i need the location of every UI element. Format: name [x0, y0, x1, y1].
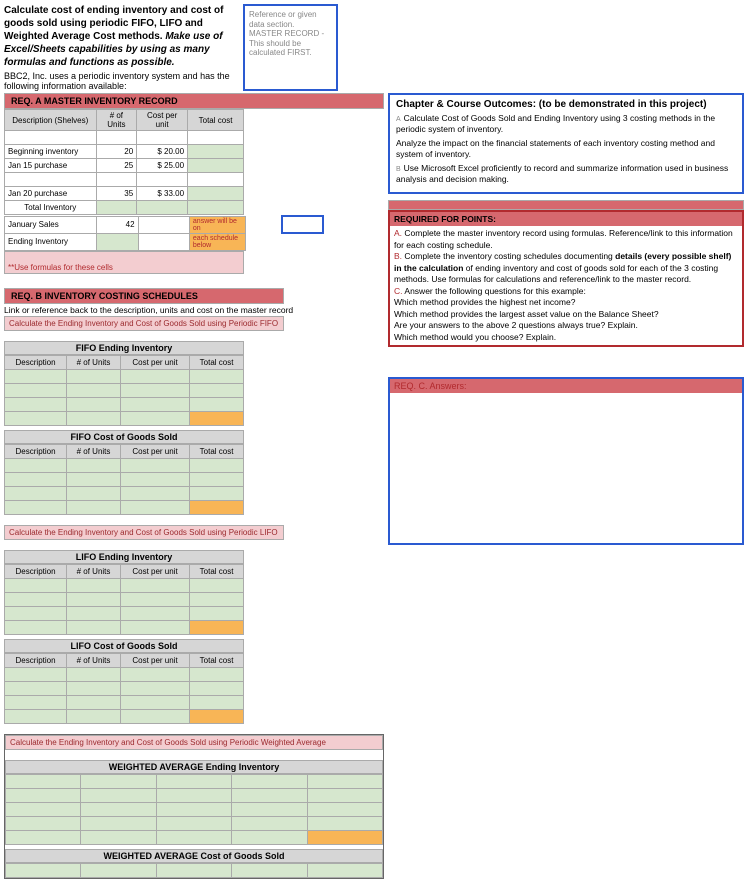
fifo-end-table: Description# of UnitsCost per unitTotal …: [4, 355, 244, 426]
wavg-cogs-table: [5, 863, 383, 878]
row-begin-total[interactable]: [188, 145, 244, 159]
red-divider: [388, 200, 744, 210]
col-desc: Description (Shelves): [5, 110, 97, 131]
outcomes-heading: Chapter & Course Outcomes: (to be demons…: [396, 99, 736, 110]
row-jan20-desc: Jan 20 purchase: [5, 187, 97, 201]
instructions-sub: BBC2, Inc. uses a periodic inventory sys…: [4, 71, 239, 91]
reqpoints-a: Complete the master inventory record usi…: [394, 228, 733, 249]
req-b-header: REQ. B INVENTORY COSTING SCHEDULES: [4, 288, 284, 304]
req-a-footnote: **Use formulas for these cells: [5, 251, 244, 273]
row-jan20-cost[interactable]: $ 33.00: [137, 187, 188, 201]
col-cost: Cost per unit: [137, 110, 188, 131]
row-jan20-units[interactable]: 35: [96, 187, 137, 201]
instructions-block: Calculate cost of ending inventory and c…: [4, 4, 239, 91]
outcomes-p1: Calculate Cost of Goods Sold and Ending …: [396, 113, 715, 134]
row-jan15-total[interactable]: [188, 159, 244, 173]
reqpoints-q1: Which method provides the highest net in…: [394, 297, 738, 308]
answers-box: REQ. C. Answers:: [388, 377, 744, 545]
fifo-cogs-table: Description# of UnitsCost per unitTotal …: [4, 444, 244, 515]
req-b-sub: Link or reference back to the descriptio…: [4, 304, 384, 316]
row-jansales-units[interactable]: 42: [97, 216, 138, 233]
row-jan20-total[interactable]: [188, 187, 244, 201]
row-jansales-desc: January Sales: [5, 216, 97, 233]
sales-table: January Sales 42 answer will be on Endin…: [4, 215, 324, 251]
reqpoints-q3: Are your answers to the above 2 question…: [394, 320, 738, 331]
row-totinv-units[interactable]: [96, 201, 137, 215]
outcomes-p2: Analyze the impact on the financial stat…: [396, 138, 736, 160]
outcomes-box: Chapter & Course Outcomes: (to be demons…: [388, 93, 744, 194]
refbox-line1: Reference or given data section.: [249, 10, 332, 29]
outcomes-p3: Use Microsoft Excel proficiently to reco…: [396, 163, 728, 184]
left-column: REQ. A MASTER INVENTORY RECORD Descripti…: [4, 93, 384, 879]
row-endinv-units[interactable]: [97, 233, 138, 250]
row-jan15-cost[interactable]: $ 25.00: [137, 159, 188, 173]
answers-header: REQ. C. Answers:: [390, 379, 742, 393]
row-begin-cost[interactable]: $ 20.00: [137, 145, 188, 159]
wavg-end-header: WEIGHTED AVERAGE Ending Inventory: [5, 760, 383, 774]
lifo-calc-header: Calculate the Ending Inventory and Cost …: [4, 525, 284, 540]
col-units: # of Units: [96, 110, 137, 131]
reference-box: Reference or given data section. MASTER …: [243, 4, 338, 91]
wavg-cogs-header: WEIGHTED AVERAGE Cost of Goods Sold: [5, 849, 383, 863]
lifo-cogs-header: LIFO Cost of Goods Sold: [4, 639, 244, 653]
row-begin-units[interactable]: 20: [96, 145, 137, 159]
reqpoints-c: Answer the following questions for this …: [404, 286, 585, 296]
lifo-end-header: LIFO Ending Inventory: [4, 550, 244, 564]
right-column: Chapter & Course Outcomes: (to be demons…: [388, 93, 744, 879]
answers-body[interactable]: [390, 393, 742, 543]
blue-input-cell[interactable]: [282, 216, 323, 233]
row-totinv-total[interactable]: [188, 201, 244, 215]
fifo-end-header: FIFO Ending Inventory: [4, 341, 244, 355]
lifo-cogs-table: Description# of UnitsCost per unitTotal …: [4, 653, 244, 724]
row-endinv-note: each schedule below: [189, 233, 246, 250]
row-jan15-desc: Jan 15 purchase: [5, 159, 97, 173]
lifo-end-table: Description# of UnitsCost per unitTotal …: [4, 564, 244, 635]
master-inventory-table: Description (Shelves) # of Units Cost pe…: [4, 109, 244, 215]
row-totinv-desc: Total Inventory: [5, 201, 97, 215]
req-a-header: REQ. A MASTER INVENTORY RECORD: [4, 93, 384, 109]
reqpoints-q4: Which method would you choose? Explain.: [394, 332, 738, 343]
wavg-end-table: [5, 774, 383, 845]
row-jansales-note: answer will be on: [189, 216, 246, 233]
required-for-points-box: REQUIRED FOR POINTS: A. Complete the mas…: [388, 210, 744, 347]
row-begin-desc: Beginning inventory: [5, 145, 97, 159]
row-jan15-units[interactable]: 25: [96, 159, 137, 173]
row-totinv-cost[interactable]: [137, 201, 188, 215]
refbox-line2: MASTER RECORD - This should be calculate…: [249, 29, 332, 58]
reqpoints-header: REQUIRED FOR POINTS:: [390, 212, 742, 226]
wavg-calc-header: Calculate the Ending Inventory and Cost …: [5, 735, 383, 750]
fifo-calc-header: Calculate the Ending Inventory and Cost …: [4, 316, 284, 331]
row-endinv-desc: Ending Inventory: [5, 233, 97, 250]
col-total: Total cost: [188, 110, 244, 131]
fifo-cogs-header: FIFO Cost of Goods Sold: [4, 430, 244, 444]
reqpoints-q2: Which method provides the largest asset …: [394, 309, 738, 320]
